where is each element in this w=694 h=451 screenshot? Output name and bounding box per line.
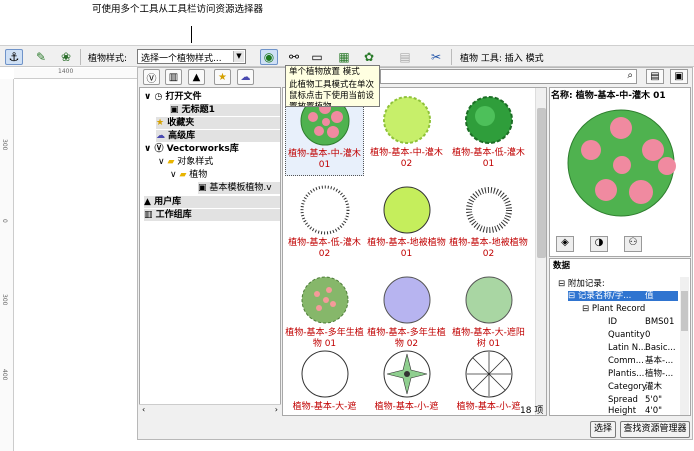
tree-obj-styles[interactable]: ∨ ▰ 对象样式	[158, 156, 213, 168]
shrub-low-2-icon	[300, 185, 349, 235]
shade-tree-icon	[465, 276, 512, 324]
tree-template-file[interactable]: ▣ 基本模板植物.v	[198, 182, 280, 194]
chevron-down-icon: ▼	[233, 51, 244, 62]
record-header-row[interactable]: ⊟ 记录名称/字... 值	[568, 291, 678, 301]
tree-open-file[interactable]: ∨ ◷ 打开文件	[144, 91, 201, 103]
tree-horizontal-scrollbar[interactable]: ‹ ›	[139, 404, 281, 416]
search-icon: ⌕	[627, 70, 633, 81]
single-placement-mode-icon[interactable]: ◉	[260, 49, 278, 65]
resource-item[interactable]: 植物-基本-地被植物 01	[367, 180, 446, 266]
attached-records[interactable]: ⊟ 附加记录:	[558, 279, 605, 289]
plant-tool-icon[interactable]: ❀	[57, 49, 75, 65]
groundcover-2-icon	[465, 187, 512, 233]
resource-manager-button[interactable]: 查找资源管理器	[620, 421, 690, 438]
plant-style-dropdown[interactable]: 选择一个植物样式... ▼	[137, 49, 246, 64]
cloud-filter-icon[interactable]: ☁	[237, 69, 254, 85]
tree-favorites[interactable]: ★ 收藏夹	[156, 117, 280, 129]
vectorworks-filter-icon[interactable]: Ⓥ	[143, 69, 160, 85]
shade-tree-2-icon	[301, 350, 348, 398]
detail-view-icon[interactable]: ▣	[670, 69, 688, 84]
tree-workgroup[interactable]: ▥ 工作组库	[144, 209, 280, 221]
resource-item[interactable]: 植物-基本-地被植物 02	[449, 180, 528, 266]
resource-grid[interactable]: 植物-基本-中-灌木 01 植物-基本-中-灌木 02 植物-基本-低-灌木 0…	[282, 87, 547, 416]
perennial-icon	[301, 276, 348, 324]
mode-label: 植物 工具: 插入 模式	[460, 54, 544, 64]
shrub-preview-icon	[567, 109, 676, 217]
anchor-tool-icon[interactable]: ⚓	[5, 49, 23, 65]
tree-vw-lib[interactable]: ∨ Ⓥ Vectorworks库	[144, 143, 239, 155]
user-filter-icon[interactable]: ▲	[188, 69, 205, 85]
small-tree-2-icon	[465, 350, 512, 398]
callout-note: 可使用多个工具从工具栏访问资源选择器	[92, 4, 264, 15]
vertical-ruler: 300 0 300 400	[0, 79, 14, 451]
resource-item[interactable]: 植物-基本-低-灌木 02	[285, 180, 364, 266]
select-button[interactable]: 选择	[590, 421, 616, 438]
resource-item[interactable]: 植物-基本-小-遮	[367, 344, 446, 415]
line-mode-icon[interactable]: ⚯	[285, 49, 303, 65]
plant-record[interactable]: ⊟ Plant Record	[582, 304, 645, 314]
tree-advanced[interactable]: ☁ 高级库	[156, 130, 280, 142]
tree-plants[interactable]: ∨ ▰ 植物	[170, 169, 207, 181]
resource-item[interactable]: 植物-基本-低-灌木 01	[449, 90, 528, 176]
tree-user-lib[interactable]: ▲ 用户库	[144, 196, 280, 208]
shrub-medium-2-icon	[382, 96, 431, 144]
tree-untitled[interactable]: ▣ 无标题1	[170, 104, 280, 116]
callout-leader	[191, 26, 192, 43]
item-count: 18 项	[520, 406, 544, 416]
perennial-2-icon	[383, 276, 430, 324]
search-input[interactable]: ⌕	[380, 69, 637, 84]
list-view-icon[interactable]: ▤	[646, 69, 664, 84]
horizontal-ruler: 1400	[14, 68, 138, 79]
resource-item[interactable]: 植物-基本-大-遮	[285, 344, 364, 415]
view-top-icon[interactable]: ◈	[556, 236, 574, 252]
small-tree-icon	[383, 350, 430, 398]
view-iso-icon[interactable]: ◑	[590, 236, 608, 252]
workgroup-filter-icon[interactable]: ▥	[165, 69, 182, 85]
grid-mode-icon[interactable]: ▦	[335, 49, 353, 65]
resource-item[interactable]: 植物-基本-小-遮	[449, 344, 528, 415]
spacing-mode-icon[interactable]: ▭	[308, 49, 326, 65]
preview-name: 名称: 植物-基本-中-灌木 01	[551, 91, 666, 101]
settings-tools-icon[interactable]: ✂	[427, 49, 445, 65]
view-render-icon[interactable]: ⚇	[624, 236, 642, 252]
library-tree[interactable]: ∨ ◷ 打开文件 ▣ 无标题1 ★ 收藏夹 ☁ 高级库 ∨ Ⓥ Vectorwo…	[139, 87, 281, 416]
plant-style-label: 植物样式:	[88, 54, 128, 64]
groundcover-icon	[383, 186, 430, 234]
tool-bar: ⚓ ✎ ❀ 植物样式: 选择一个植物样式... ▼ ◉ ⚯ ▭ ▦ ✿ ▤ ✂ 植…	[0, 45, 694, 67]
pen-tool-icon[interactable]: ✎	[32, 49, 50, 65]
data-scrollbar[interactable]	[680, 277, 689, 415]
edit-disabled-icon: ▤	[399, 50, 411, 64]
favorites-filter-icon[interactable]: ★	[214, 69, 231, 85]
mass-mode-icon[interactable]: ✿	[360, 49, 378, 65]
grid-vertical-scrollbar[interactable]	[535, 88, 546, 415]
mode-tooltip: 单个植物放置 模式 此植物工具模式在单次鼠标点击下使用当前设置放置植物。	[285, 65, 380, 107]
shrub-low-icon	[464, 96, 513, 144]
resource-preview: ◈ ◑ ⚇	[549, 87, 691, 257]
data-panel: 数据 ⊟ 附加记录: ⊟ 记录名称/字... 值 ⊟ Plant Record I…	[549, 258, 691, 416]
